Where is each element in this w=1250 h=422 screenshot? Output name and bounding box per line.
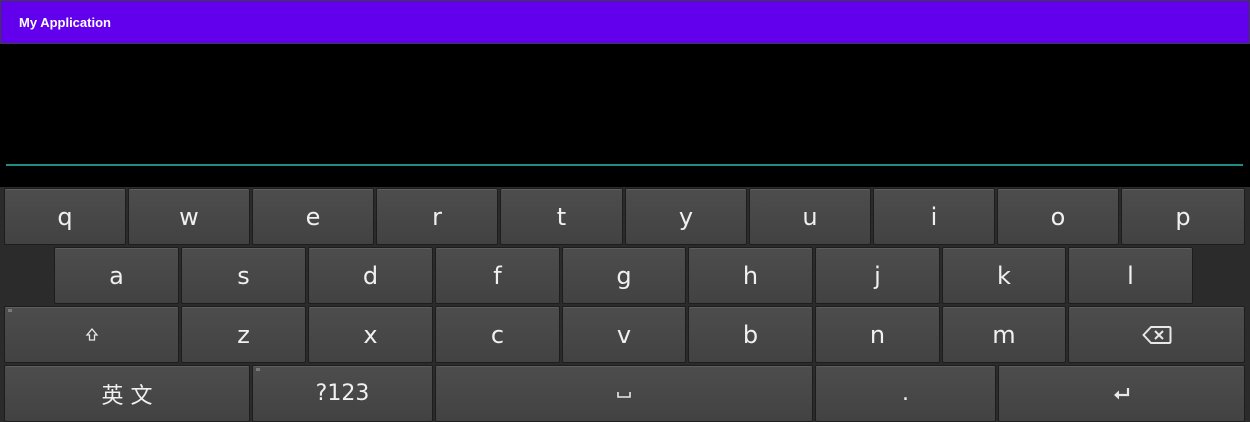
- key-s[interactable]: s: [181, 247, 306, 304]
- backspace-icon: [1142, 325, 1172, 345]
- key-u[interactable]: u: [749, 188, 871, 245]
- key-z[interactable]: z: [181, 306, 306, 363]
- key-w[interactable]: w: [128, 188, 250, 245]
- key-y[interactable]: y: [625, 188, 747, 245]
- key-x[interactable]: x: [308, 306, 433, 363]
- key-p[interactable]: p: [1121, 188, 1245, 245]
- symbols-key-label: ?123: [315, 381, 370, 406]
- key-f[interactable]: f: [435, 247, 560, 304]
- enter-icon: [1113, 387, 1131, 401]
- space-icon: [616, 389, 632, 399]
- key-h[interactable]: h: [688, 247, 813, 304]
- app-title: My Application: [19, 15, 111, 30]
- key-d[interactable]: d: [308, 247, 433, 304]
- app-bar: My Application: [0, 0, 1250, 44]
- app-screen: My Application q w e r t y u i o p a s d…: [0, 0, 1250, 422]
- enter-key[interactable]: [998, 365, 1245, 422]
- period-key[interactable]: .: [815, 365, 996, 422]
- key-t[interactable]: t: [500, 188, 623, 245]
- key-o[interactable]: o: [997, 188, 1119, 245]
- soft-keyboard: q w e r t y u i o p a s d f g h j k l z …: [0, 187, 1250, 422]
- key-g[interactable]: g: [562, 247, 686, 304]
- key-k[interactable]: k: [942, 247, 1066, 304]
- key-b[interactable]: b: [688, 306, 813, 363]
- language-switch-key[interactable]: 英 文: [4, 365, 250, 422]
- key-e[interactable]: e: [252, 188, 374, 245]
- key-j[interactable]: j: [815, 247, 940, 304]
- key-corner-indicator: [8, 309, 12, 312]
- key-a[interactable]: a: [54, 247, 179, 304]
- key-corner-indicator: [256, 368, 260, 371]
- text-input-underline[interactable]: [6, 164, 1243, 166]
- symbols-key[interactable]: ?123: [252, 365, 433, 422]
- key-l[interactable]: l: [1068, 247, 1193, 304]
- shift-icon: [85, 327, 99, 342]
- key-m[interactable]: m: [942, 306, 1066, 363]
- key-q[interactable]: q: [4, 188, 126, 245]
- key-c[interactable]: c: [435, 306, 560, 363]
- backspace-key[interactable]: [1068, 306, 1245, 363]
- key-i[interactable]: i: [873, 188, 995, 245]
- shift-key[interactable]: [4, 306, 179, 363]
- space-key[interactable]: [435, 365, 813, 422]
- key-r[interactable]: r: [376, 188, 498, 245]
- key-v[interactable]: v: [562, 306, 686, 363]
- key-n[interactable]: n: [815, 306, 940, 363]
